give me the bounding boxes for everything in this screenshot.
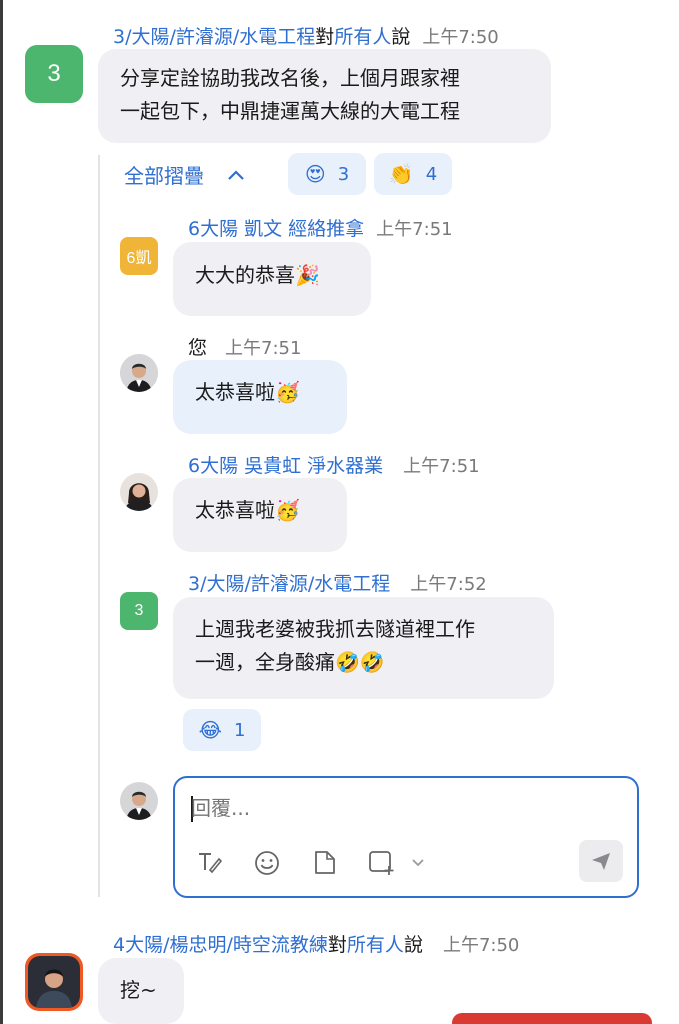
parent-message-line-2: 一起包下，中鼎捷運萬大線的大電工程 (120, 99, 460, 123)
reply-sender[interactable]: 6大陽 吳貴虹 淨水器業 (188, 455, 383, 477)
to-word: 對 (315, 26, 335, 48)
reply-text: 大大的恭喜🎉 (195, 263, 320, 287)
format-text-icon[interactable] (197, 850, 223, 874)
parent-time: 上午7:50 (422, 27, 499, 48)
reply-text: 太恭喜啦🥳 (195, 498, 300, 522)
man-photo-icon (120, 782, 158, 820)
heart-eyes-emoji-icon: 😍 (304, 162, 326, 186)
reply-text-line-1: 上週我老婆被我抓去隧道裡工作 (195, 617, 475, 641)
reply-header: 您上午7:51 (188, 333, 301, 360)
red-action-button[interactable] (452, 1013, 652, 1024)
file-icon[interactable] (313, 849, 337, 876)
send-icon (592, 853, 610, 870)
parent-sender-header: 3/大陽/許濬源/水電工程對所有人說 上午7:50 (113, 22, 499, 49)
reply-avatar[interactable]: 3 (120, 592, 158, 630)
chevron-up-icon (228, 169, 244, 180)
reply-bubble: 太恭喜啦🥳 (173, 360, 347, 434)
reply-input[interactable] (191, 792, 621, 824)
recipients[interactable]: 所有人 (347, 934, 404, 956)
reply-bubble: 上週我老婆被我抓去隧道裡工作 一週，全身酸痛🤣🤣 (173, 597, 554, 699)
reply-header: 6大陽 吳貴虹 淨水器業 上午7:51 (188, 451, 480, 478)
reply-header: 3/大陽/許濬源/水電工程 上午7:52 (188, 569, 487, 596)
reply-sender[interactable]: 6大陽 凱文 經絡推拿 (188, 218, 364, 240)
tears-of-joy-emoji-icon: 😂 (198, 718, 222, 742)
reply-bubble: 大大的恭喜🎉 (173, 242, 371, 316)
next-avatar[interactable] (25, 953, 83, 1011)
next-message-bubble: 挖~ (98, 958, 184, 1024)
screenshot-icon[interactable] (368, 849, 396, 876)
parent-avatar[interactable]: 3 (25, 45, 83, 103)
reaction-count: 3 (337, 163, 350, 185)
composer-avatar (120, 782, 158, 820)
parent-message-line-1: 分享定詮協助我改名後，上個月跟家裡 (120, 66, 460, 90)
reply-time: 上午7:51 (225, 338, 302, 359)
collapse-all-button[interactable]: 全部摺疊 (124, 160, 246, 189)
next-time: 上午7:50 (442, 935, 520, 956)
reply-sender-self: 您 (188, 337, 208, 359)
reaction-laugh[interactable]: 😂 1 (183, 709, 261, 751)
clap-emoji-icon: 👏 (388, 162, 414, 186)
reply-text-line-2: 一週，全身酸痛🤣🤣 (195, 650, 385, 674)
man-photo-icon (120, 354, 158, 392)
reply-avatar[interactable]: 6凱 (120, 237, 158, 275)
window-edge (0, 0, 3, 1024)
reaction-count: 1 (233, 719, 246, 741)
avatar-self-photo[interactable] (120, 354, 158, 392)
collapse-label: 全部摺疊 (124, 164, 204, 188)
avatar-woman-photo[interactable] (120, 473, 158, 511)
reply-time: 上午7:52 (410, 574, 487, 595)
recipients[interactable]: 所有人 (334, 26, 391, 48)
said-word: 說 (391, 26, 411, 48)
reply-text: 太恭喜啦🥳 (195, 380, 300, 404)
reaction-count: 4 (425, 163, 438, 185)
parent-message-bubble: 分享定詮協助我改名後，上個月跟家裡 一起包下，中鼎捷運萬大線的大電工程 (98, 49, 551, 143)
reply-composer (173, 776, 639, 898)
man-photo-icon (28, 956, 80, 1008)
reply-sender[interactable]: 3/大陽/許濬源/水電工程 (188, 573, 390, 595)
emoji-icon[interactable] (254, 850, 280, 876)
reaction-heart-eyes[interactable]: 😍 3 (288, 153, 366, 195)
woman-photo-icon (120, 473, 158, 511)
reply-bubble: 太恭喜啦🥳 (173, 478, 347, 552)
next-message-text: 挖~ (120, 978, 157, 1002)
to-word: 對 (327, 934, 347, 956)
next-sender[interactable]: 4大陽/楊忠明/時空流教練 (113, 934, 328, 956)
thread-line (98, 155, 100, 897)
parent-sender[interactable]: 3/大陽/許濬源/水電工程 (113, 26, 315, 48)
send-button[interactable] (579, 840, 623, 882)
chevron-down-icon[interactable] (411, 858, 425, 868)
reply-header: 6大陽 凱文 經絡推拿 上午7:51 (188, 214, 453, 241)
reply-time: 上午7:51 (403, 456, 480, 477)
said-word: 說 (403, 934, 423, 956)
next-sender-header: 4大陽/楊忠明/時空流教練對所有人說 上午7:50 (113, 930, 519, 957)
reply-time: 上午7:51 (376, 219, 453, 240)
reaction-clap[interactable]: 👏 4 (374, 153, 452, 195)
